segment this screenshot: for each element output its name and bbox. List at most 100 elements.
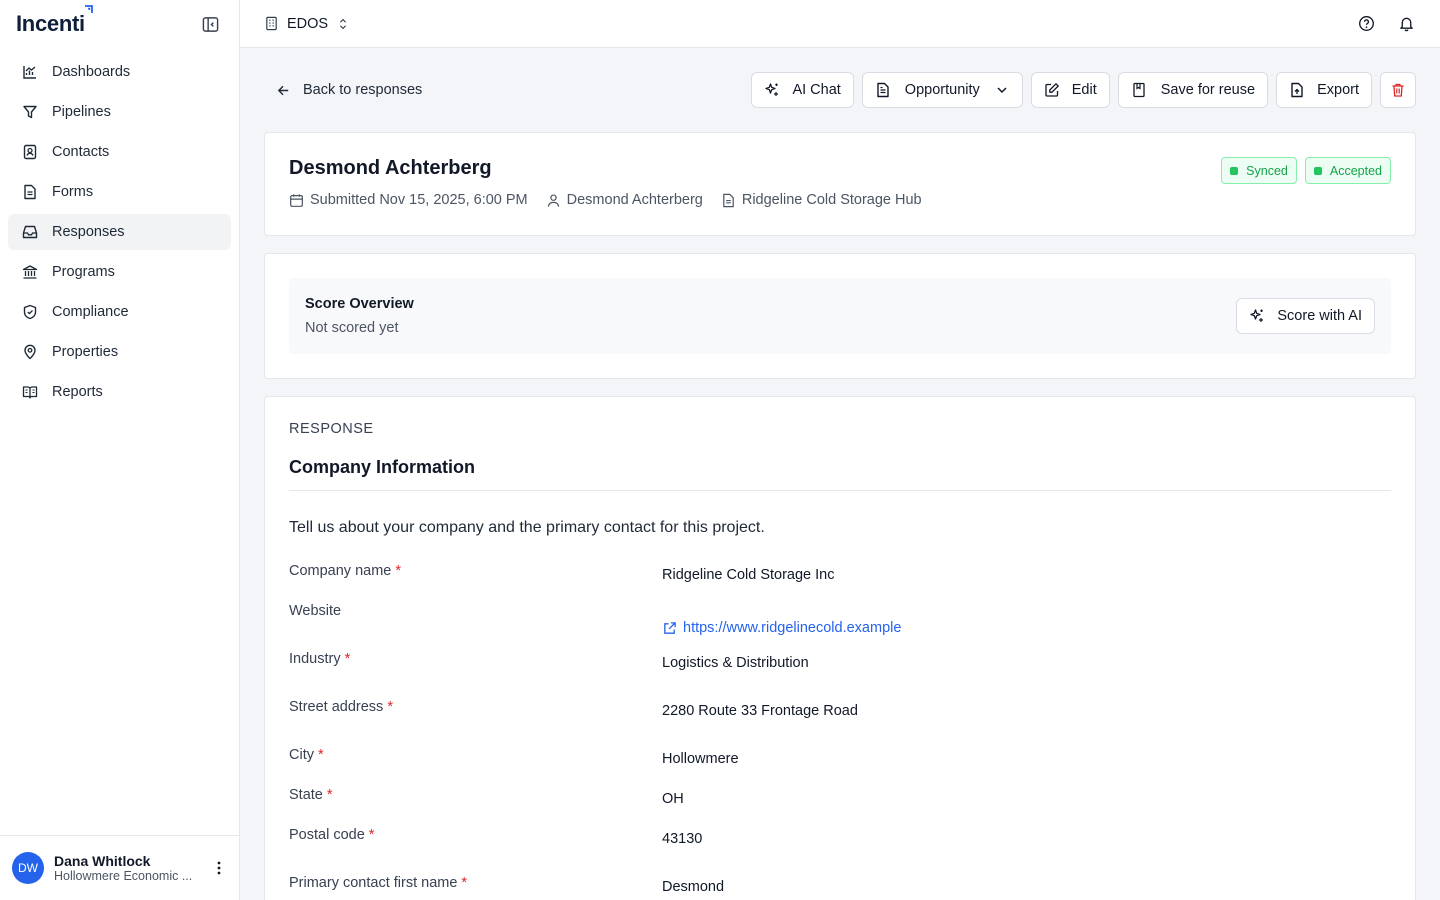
sidebar-item-label: Programs <box>52 264 115 280</box>
field-row: Industry * Logistics & Distribution <box>289 651 1391 699</box>
delete-button[interactable] <box>1380 72 1416 108</box>
chevron-down-icon <box>997 87 1007 94</box>
sidebar-item-responses[interactable]: Responses <box>8 214 231 250</box>
save-for-reuse-label: Save for reuse <box>1160 82 1256 98</box>
sidebar-item-properties[interactable]: Properties <box>8 334 231 370</box>
form-icon <box>24 184 36 200</box>
top-bar: EDOS <box>240 0 1440 48</box>
score-text: Score Overview Not scored yet <box>305 296 414 336</box>
sidebar-item-forms[interactable]: Forms <box>8 174 231 210</box>
user-menu[interactable]: DW Dana Whitlock Hollowmere Economic ... <box>0 835 239 900</box>
bell-icon[interactable] <box>1398 15 1416 33</box>
submitted-date: Submitted Nov 15, 2025, 6:00 PM <box>289 192 528 208</box>
trash-icon <box>1392 83 1404 97</box>
status-dot <box>1313 166 1322 175</box>
back-to-responses-link[interactable]: Back to responses <box>264 82 422 98</box>
calendar-icon <box>290 193 303 207</box>
sidebar: Incenti Dashboards Pipelines Contacts Fo… <box>0 0 240 900</box>
score-with-ai-label: Score with AI <box>1277 308 1362 324</box>
score-with-ai-button[interactable]: Score with AI <box>1236 298 1375 334</box>
field-label-text: Street address <box>289 699 384 715</box>
field-value: Ridgeline Cold Storage Inc <box>662 567 835 583</box>
back-label: Back to responses <box>303 82 423 98</box>
chevrons-up-down-icon <box>340 18 347 29</box>
score-panel: Score Overview Not scored yet Score with… <box>289 278 1391 354</box>
logo-row: Incenti <box>0 0 239 48</box>
more-vertical-icon[interactable] <box>211 860 227 876</box>
submitter-name: Desmond Achterberg <box>566 192 703 208</box>
opportunity-label: Opportunity <box>904 82 980 98</box>
field-row: Website https://www.ridgelinecold.exampl… <box>289 603 1391 651</box>
arrow-left-icon <box>277 85 289 95</box>
field-label-text: Primary contact first name <box>289 875 458 891</box>
action-row: Back to responses AI Chat Opportunity Ed… <box>264 48 1416 132</box>
field-value: OH <box>662 791 684 807</box>
sidebar-item-label: Contacts <box>52 144 110 160</box>
sidebar-item-dashboards[interactable]: Dashboards <box>8 54 231 90</box>
help-icon[interactable] <box>1358 15 1376 33</box>
field-label: Company name * <box>289 563 662 603</box>
sidebar-item-label: Properties <box>52 344 119 360</box>
field-value: 43130 <box>662 831 703 847</box>
score-title: Score Overview <box>305 296 414 312</box>
required-marker: * <box>368 827 375 843</box>
org-switcher[interactable]: EDOS <box>264 16 350 32</box>
field-value: Hollowmere <box>662 751 739 767</box>
edit-button[interactable]: Edit <box>1030 72 1110 108</box>
shield-icon <box>23 304 37 320</box>
sidebar-item-label: Compliance <box>52 304 129 320</box>
badge-label: Synced <box>1246 163 1288 178</box>
sidebar-item-reports[interactable]: Reports <box>8 374 231 410</box>
field-value: Logistics & Distribution <box>662 655 809 671</box>
required-marker: * <box>317 747 324 763</box>
sidebar-item-compliance[interactable]: Compliance <box>8 294 231 330</box>
user-icon <box>547 193 559 207</box>
field-label: Postal code * <box>289 827 662 875</box>
save-for-reuse-button[interactable]: Save for reuse <box>1117 72 1269 108</box>
status-badge-accepted: Accepted <box>1304 157 1391 184</box>
edit-label: Edit <box>1071 82 1097 98</box>
logo-arrow-icon <box>84 5 93 13</box>
contact-icon <box>23 144 37 160</box>
sidebar-item-contacts[interactable]: Contacts <box>8 134 231 170</box>
section-title: Company Information <box>289 457 1391 491</box>
field-row: Street address * 2280 Route 33 Frontage R… <box>289 699 1391 747</box>
website-link[interactable]: https://www.ridgelinecold.example <box>662 603 901 651</box>
field-label-text: Postal code <box>289 827 365 843</box>
export-button[interactable]: Export <box>1276 72 1372 108</box>
app-logo-text: Incenti <box>16 11 85 36</box>
sidebar-item-label: Responses <box>52 224 125 240</box>
sidebar-item-programs[interactable]: Programs <box>8 254 231 290</box>
project-name: Ridgeline Cold Storage Hub <box>741 192 922 208</box>
field-label: Street address * <box>289 699 662 747</box>
project: Ridgeline Cold Storage Hub <box>721 192 922 208</box>
field-label: City * <box>289 747 662 787</box>
score-overview-card: Score Overview Not scored yet Score with… <box>264 253 1416 379</box>
external-link-icon <box>664 621 676 634</box>
sidebar-item-label: Dashboards <box>52 64 131 80</box>
field-value: 2280 Route 33 Frontage Road <box>662 703 858 719</box>
app-logo[interactable]: Incenti <box>16 5 93 37</box>
field-row: Postal code * 43130 <box>289 827 1391 875</box>
sidebar-item-label: Reports <box>52 384 103 400</box>
opportunity-dropdown[interactable]: Opportunity <box>861 72 1023 108</box>
export-label: Export <box>1317 82 1359 98</box>
file-export-icon <box>1291 82 1303 98</box>
response-header-card: Desmond Achterberg Submitted Nov 15, 202… <box>264 132 1416 236</box>
collapse-sidebar-icon[interactable] <box>201 15 219 33</box>
required-marker: * <box>387 699 393 715</box>
field-label-text: City <box>289 747 314 763</box>
field-label-text: Website <box>289 603 342 619</box>
sidebar-nav: Dashboards Pipelines Contacts Forms Resp… <box>0 48 239 420</box>
document-icon <box>723 193 734 207</box>
book-icon <box>22 386 38 399</box>
ai-chat-button[interactable]: AI Chat <box>751 72 854 108</box>
section-label: RESPONSE <box>289 421 374 437</box>
field-label: State * <box>289 787 662 827</box>
field-row: Primary contact first name * Desmond <box>289 875 1391 900</box>
field-list: Company name * Ridgeline Cold Storage Inc… <box>289 563 1391 900</box>
response-card: RESPONSE Company Information Tell us abo… <box>264 396 1416 900</box>
sidebar-item-pipelines[interactable]: Pipelines <box>8 94 231 130</box>
file-text-icon <box>877 82 889 98</box>
website-url: https://www.ridgelinecold.example <box>683 620 902 636</box>
